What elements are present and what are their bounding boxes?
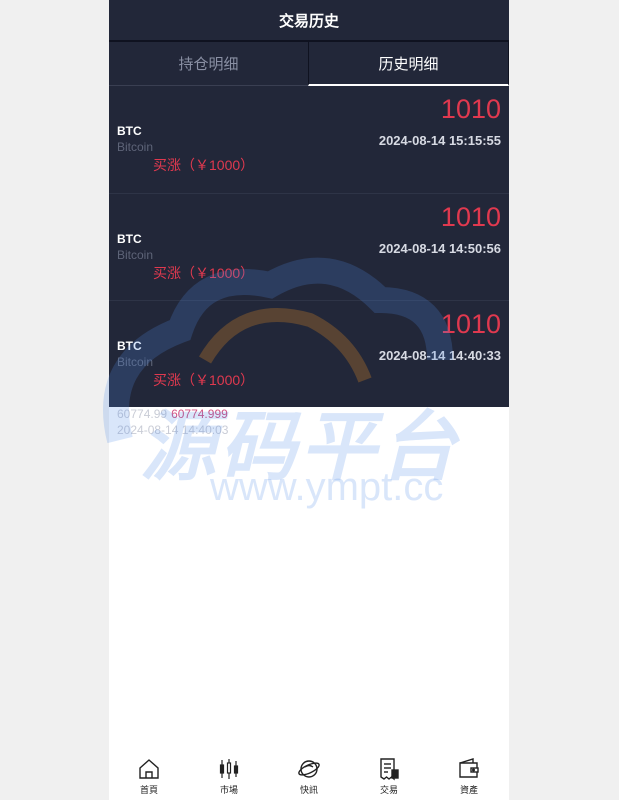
- coin-name: Bitcoin: [117, 355, 154, 369]
- coin-symbol: BTC: [117, 339, 142, 353]
- trade-amount: 1010: [440, 202, 501, 232]
- tab-history[interactable]: 历史明细: [308, 42, 509, 86]
- coin-symbol: BTC: [117, 232, 142, 246]
- candlestick-icon: [219, 759, 239, 779]
- nav-label: 市場: [219, 785, 238, 795]
- tab-bar: 持仓明细 历史明细: [109, 42, 509, 86]
- page-header: 交易历史: [109, 0, 509, 42]
- trade-action: 买涨（￥1000）: [153, 372, 255, 388]
- coin-symbol: BTC: [117, 124, 142, 138]
- nav-label: 交易: [379, 785, 398, 795]
- coin-name: Bitcoin: [117, 140, 154, 154]
- trade-action: 买涨（￥1000）: [153, 157, 255, 173]
- trade-action: 买涨（￥1000）: [153, 265, 255, 281]
- wallet-icon: [459, 758, 479, 778]
- bottom-nav: 首頁 市場 快訊 交易 資產: [109, 752, 509, 800]
- list-item[interactable]: BTC Bitcoin 买涨（￥1000） 1010 2024-08-14 14…: [109, 300, 509, 407]
- trade-amount: 1010: [440, 309, 501, 339]
- nav-home[interactable]: 首頁: [109, 752, 189, 800]
- nav-label: 資產: [459, 785, 478, 795]
- overflow-price: 60774.99: [117, 407, 168, 421]
- coin-name: Bitcoin: [117, 248, 154, 262]
- page-title: 交易历史: [278, 12, 339, 30]
- planet-icon: [298, 760, 320, 778]
- list-item[interactable]: BTC Bitcoin 买涨（￥1000） 1010 2024-08-14 15…: [109, 86, 509, 193]
- trade-time: 2024-08-14 15:15:55: [378, 133, 501, 148]
- list-item[interactable]: BTC Bitcoin 买涨（￥1000） 1010 2024-08-14 14…: [109, 193, 509, 300]
- trade-time: 2024-08-14 14:40:33: [378, 348, 501, 363]
- overflow-record: 60774.99 60774.999 2024-08-14 14:40:03: [117, 406, 228, 438]
- overflow-time: 2024-08-14 14:40:03: [117, 423, 229, 437]
- history-list: BTC Bitcoin 买涨（￥1000） 1010 2024-08-14 15…: [109, 86, 509, 407]
- nav-news[interactable]: 快訊: [269, 752, 349, 800]
- overflow-price-alt: 60774.999: [171, 407, 228, 421]
- nav-label: 首頁: [139, 785, 158, 795]
- receipt-icon: [380, 758, 399, 781]
- tab-positions[interactable]: 持仓明细: [109, 42, 308, 86]
- home-icon: [139, 759, 159, 779]
- trade-amount: 1010: [440, 94, 501, 124]
- nav-market[interactable]: 市場: [189, 752, 269, 800]
- trade-time: 2024-08-14 14:50:56: [378, 241, 501, 256]
- nav-label: 快訊: [299, 785, 318, 795]
- nav-trade[interactable]: 交易: [349, 752, 429, 800]
- phone-screen: 交易历史 持仓明细 历史明细 BTC Bitcoin 买涨（￥1000） 101…: [109, 0, 509, 800]
- nav-assets[interactable]: 資產: [429, 752, 509, 800]
